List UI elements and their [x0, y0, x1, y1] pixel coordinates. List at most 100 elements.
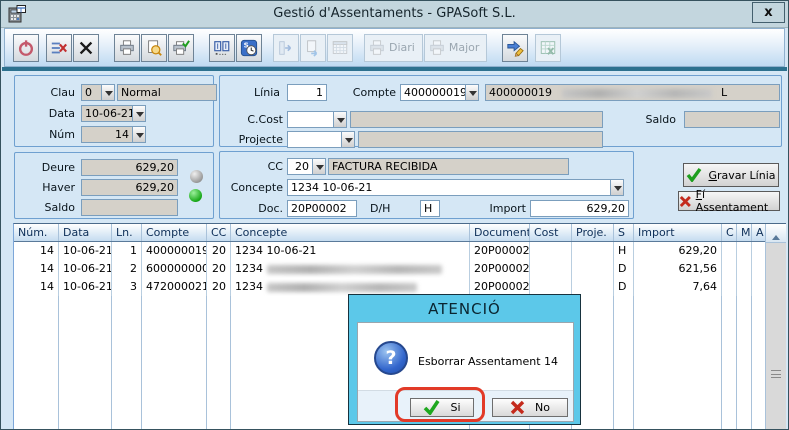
cell-concepte: 1234 10-06-21: [231, 242, 470, 260]
cell-import: 621,56: [634, 260, 722, 278]
cell-compte: 472000021: [142, 278, 207, 296]
fi-assentament-button[interactable]: Fí Assentament: [678, 191, 780, 211]
vertical-scrollbar[interactable]: [765, 224, 786, 429]
printer-icon: [428, 39, 446, 57]
concepte-label: Concepte: [220, 179, 283, 196]
col-header-s[interactable]: S: [614, 224, 634, 241]
exit-button[interactable]: [13, 34, 39, 62]
cell-compte: 600000000: [142, 260, 207, 278]
cell-data: 10-06-21: [59, 260, 112, 278]
data-label: Data: [15, 105, 75, 122]
cell-ln: 2: [112, 260, 142, 278]
compte-dropdown-button[interactable]: [465, 84, 479, 101]
col-header-cost[interactable]: Cost: [530, 224, 572, 241]
cell-compte: 400000019: [142, 242, 207, 260]
printer-icon: [368, 39, 386, 57]
col-header-concepte[interactable]: Concepte: [231, 224, 470, 241]
concepte-field[interactable]: 1234 10-06-21: [287, 179, 611, 196]
cell-concepte: 1234: [231, 260, 470, 278]
cell-data: 10-06-21: [59, 278, 112, 296]
calendar-button[interactable]: [327, 34, 353, 62]
clock-s-icon: S: [240, 39, 258, 57]
cell-document: 20P00002: [470, 260, 530, 278]
col-header-document[interactable]: Document: [470, 224, 530, 241]
col-header-cc[interactable]: CC: [207, 224, 231, 241]
col-header-compte[interactable]: Compte: [142, 224, 207, 241]
col-header-ln[interactable]: Ln.: [112, 224, 142, 241]
linia-field[interactable]: 1: [287, 84, 327, 101]
ccost-field[interactable]: [287, 111, 334, 128]
cc-dropdown-button[interactable]: [312, 158, 326, 175]
subaccounts-button[interactable]: S: [236, 34, 262, 62]
redacted-company-name: [562, 89, 712, 98]
num-field[interactable]: 14: [81, 126, 133, 143]
print-diari-button[interactable]: Diari: [364, 34, 423, 62]
close-button[interactable]: x: [752, 2, 785, 23]
clau-label: Clau: [15, 84, 75, 101]
projecte-display-field: [358, 131, 603, 148]
col-header-num[interactable]: Núm.: [14, 224, 59, 241]
ccost-label: C.Cost: [220, 111, 283, 128]
cell-c: [722, 260, 737, 278]
num-dropdown-button[interactable]: [132, 126, 146, 143]
import-field[interactable]: 629,20: [530, 200, 629, 217]
printer-check-icon: [172, 39, 190, 57]
col-header-m[interactable]: M: [737, 224, 752, 241]
col-header-import[interactable]: Import: [634, 224, 722, 241]
delete-record-button[interactable]: [46, 34, 72, 62]
print-button[interactable]: [114, 34, 140, 62]
col-header-proje[interactable]: Proje.: [572, 224, 614, 241]
col-header-c[interactable]: C: [722, 224, 737, 241]
gravar-linia-label: Gravar Línia: [708, 169, 775, 182]
ledger-button[interactable]: [209, 34, 235, 62]
print-setup-button[interactable]: [168, 34, 194, 62]
data-dropdown-button[interactable]: [132, 105, 146, 122]
scroll-up-icon[interactable]: [766, 224, 786, 243]
cell-num: 14: [14, 242, 59, 260]
cell-a: [752, 260, 766, 278]
edit-entry-button[interactable]: [502, 34, 528, 62]
cancel-button[interactable]: [73, 34, 99, 62]
cell-ln: 1: [112, 242, 142, 260]
doc-label: Doc.: [220, 200, 283, 217]
cc-field[interactable]: 20: [287, 158, 313, 175]
toolbar-separator: [2, 67, 787, 71]
dialog-no-label: No: [535, 401, 550, 414]
projecte-dropdown-button[interactable]: [341, 131, 355, 148]
gravar-linia-button[interactable]: Gravar Línia: [683, 163, 779, 187]
clau-dropdown-button[interactable]: [101, 84, 115, 101]
export-excel-button[interactable]: [535, 34, 561, 62]
col-header-data[interactable]: Data: [59, 224, 112, 241]
cell-a: [752, 242, 766, 260]
cell-a: [752, 278, 766, 296]
saldo-total-label: Saldo: [15, 199, 75, 216]
cell-m: [737, 242, 752, 260]
cell-c: [722, 278, 737, 296]
next-entry-button[interactable]: [300, 34, 326, 62]
col-header-a[interactable]: A: [752, 224, 766, 241]
print-preview-button[interactable]: [141, 34, 167, 62]
table-row[interactable]: 14 10-06-21 2 600000000 20 1234 20P00002…: [14, 260, 766, 278]
cell-proje: [572, 260, 614, 278]
compte-field[interactable]: 400000019: [400, 84, 466, 101]
dialog-message: Esborrar Assentament 14: [418, 355, 558, 368]
ccost-dropdown-button[interactable]: [333, 111, 347, 128]
print-major-button[interactable]: Major: [424, 34, 488, 62]
data-field[interactable]: 10-06-21: [81, 105, 133, 122]
cc-label: CC: [220, 158, 283, 175]
redacted-concepte-text: [267, 283, 417, 292]
concepte-dropdown-button[interactable]: [610, 179, 624, 196]
app-window: Gestió d'Assentaments - GPASoft S.L. x S: [0, 0, 789, 430]
dialog-no-button[interactable]: No: [492, 398, 568, 417]
first-entry-button[interactable]: [273, 34, 299, 62]
balance-indicator-green-icon: [189, 189, 202, 202]
dh-field[interactable]: H: [420, 200, 440, 217]
panel-arrow-icon: [277, 39, 295, 57]
doc-field[interactable]: 20P00002: [287, 200, 357, 217]
clau-value-field[interactable]: 0: [81, 84, 102, 101]
projecte-field[interactable]: [287, 131, 342, 148]
scrollbar-grip[interactable]: [771, 370, 781, 378]
dialog-yes-button[interactable]: Si: [410, 398, 474, 417]
saldo-line-label: Saldo: [618, 111, 676, 128]
table-row[interactable]: 14 10-06-21 1 400000019 20 1234 10-06-21…: [14, 242, 766, 260]
